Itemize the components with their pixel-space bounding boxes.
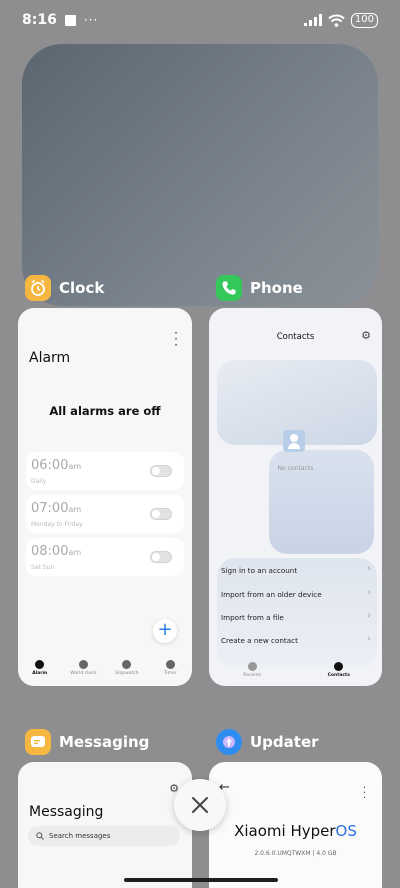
add-alarm-button[interactable]: + [153,619,177,643]
timer-icon [165,660,175,669]
alarm-repeat: Monday to Friday [31,521,83,528]
alarm-time: 07:00 [31,501,69,516]
alarm-ampm: am [68,462,82,471]
alarm-toggle[interactable] [150,551,172,563]
alarm-title: Alarm [29,350,71,366]
contact-placeholder-icon [283,430,305,452]
tab-label: Stopwatch [114,671,139,676]
updater-app-name: Updater [250,733,319,751]
home-indicator[interactable] [124,878,278,882]
contacts-person-icon [334,662,344,671]
stopwatch-icon [122,660,132,669]
contacts-title: Contacts [276,332,315,342]
chevron-right-icon: › [367,611,371,621]
more-options-icon[interactable]: · · · [363,784,366,804]
alarm-time: 06:00 [31,458,69,473]
notification-icon [64,14,76,26]
alarm-ampm: am [68,505,82,514]
message-icon [25,729,51,755]
tab-stopwatch[interactable]: Stopwatch [105,660,149,684]
search-icon [36,832,44,840]
search-placeholder: Search messages [49,832,111,840]
close-icon [192,797,208,813]
more-options-icon[interactable]: · · · [174,327,178,351]
clock-bottom-nav: Alarm World clock Stopwatch Timer [18,660,192,684]
alarm-ampm: am [68,548,82,557]
tab-label: Timer [163,671,177,676]
tab-recents[interactable]: Recents [209,662,296,684]
empty-state-text: No contacts [277,465,314,472]
brand-main: Xiaomi Hyper [234,822,336,840]
world-clock-icon [78,660,88,669]
import-file-item[interactable]: Import from a file › [221,611,371,623]
phone-bottom-nav: Recents Contacts [209,662,382,684]
status-bar: 8:16 ··· 100 [0,0,400,40]
action-label: Import from a file [221,613,284,622]
action-label: Create a new contact [221,636,298,645]
updater-icon [216,729,242,755]
messaging-app-label: Messaging [25,729,149,755]
tab-contacts[interactable]: Contacts [296,662,383,684]
tab-label: Alarm [32,671,48,676]
battery-indicator: 100 [350,12,378,28]
phone-app-card[interactable]: Contacts ⚙ No contacts Sign in to an acc… [209,308,382,686]
os-version-text: 2.0.6.0.UMQTWXM | 4.0 GB [254,850,337,857]
alarm-toggle[interactable] [150,508,172,520]
phone-icon [216,275,242,301]
alarm-clock-icon [25,275,51,301]
action-label: Sign in to an account [221,566,298,575]
updater-app-label: Updater [216,729,319,755]
phone-app-name: Phone [250,279,303,297]
wifi-icon [328,14,345,27]
brand-accent: OS [335,822,357,840]
import-older-device-item[interactable]: Import from an older device › [221,588,371,600]
alarm-repeat: Daily [31,478,47,485]
chevron-right-icon: › [367,564,371,574]
recents-phone-icon [247,662,257,671]
more-notifications-icon: ··· [83,13,99,27]
tab-label: Recents [243,673,262,678]
alarm-icon [35,660,45,669]
tab-alarm[interactable]: Alarm [18,660,62,684]
clear-all-button[interactable] [174,779,226,831]
alarm-item[interactable]: 08:00am Sat Sun [26,538,184,576]
updater-app-card[interactable]: ← · · · Xiaomi HyperOS 2.0.6.0.UMQTWXM | 4… [209,762,382,888]
tab-world-clock[interactable]: World clock [62,660,106,684]
chevron-right-icon: › [367,588,371,598]
clock-app-label: Clock [25,275,104,301]
status-time: 8:16 [22,12,57,28]
alarm-item[interactable]: 06:00am Daily [26,452,184,490]
alarm-time: 08:00 [31,544,69,559]
messaging-app-name: Messaging [59,733,150,751]
settings-gear-icon[interactable]: ⚙ [361,329,371,342]
create-contact-item[interactable]: Create a new contact › [221,634,371,646]
os-brand-title: Xiaomi HyperOS [209,822,382,840]
clock-app-name: Clock [59,279,105,297]
signal-icon [303,14,322,26]
tab-label: World clock [70,671,97,676]
messaging-title: Messaging [29,804,104,820]
tab-timer[interactable]: Timer [149,660,193,684]
alarms-status-heading: All alarms are off [49,404,161,418]
tab-label: Contacts [327,673,350,678]
alarm-repeat: Sat Sun [31,564,55,571]
clock-app-card[interactable]: · · · Alarm All alarms are off 06:00am Dai… [18,308,192,686]
alarm-item[interactable]: 07:00am Monday to Friday [26,495,184,533]
phone-app-label: Phone [216,275,303,301]
alarm-toggle[interactable] [150,465,172,477]
search-messages-input[interactable]: Search messages [28,826,180,846]
action-label: Import from an older device [221,590,322,599]
chevron-right-icon: › [367,634,371,644]
messaging-app-card[interactable]: ⚙ Messaging Search messages [18,762,192,888]
sign-in-account-item[interactable]: Sign in to an account › [221,564,371,576]
recent-app-card-background[interactable] [22,44,378,306]
